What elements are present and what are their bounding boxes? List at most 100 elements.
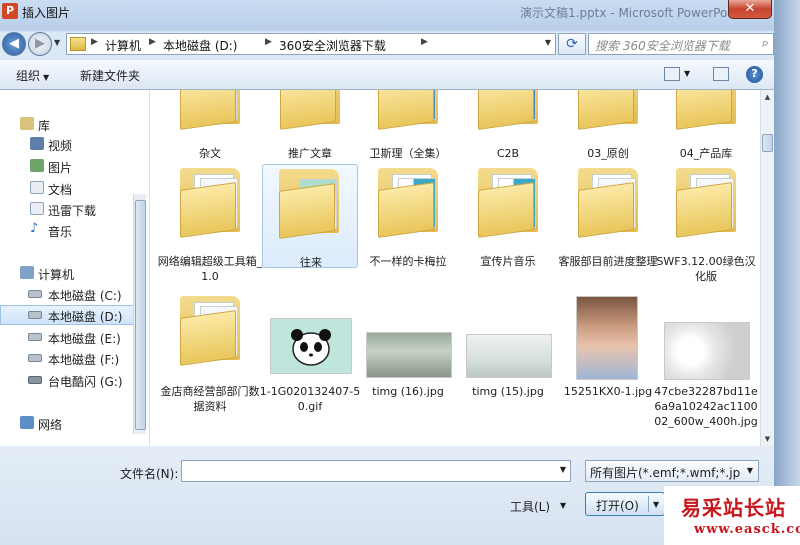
chevron-down-icon[interactable]: ▼ bbox=[560, 465, 566, 474]
folder-item[interactable]: 金店商经营部部门数据资料 bbox=[161, 292, 260, 413]
image-file-item[interactable]: 15251KX0-1.jpg bbox=[560, 292, 656, 398]
filename-field[interactable]: ▼ bbox=[181, 460, 571, 482]
scroll-down-arrow[interactable]: ▼ bbox=[761, 432, 774, 446]
breadcrumb-drive-d[interactable]: 本地磁盘 (D:) bbox=[163, 37, 237, 54]
powerpoint-app-icon: P bbox=[2, 3, 18, 19]
close-button[interactable]: ✕ bbox=[728, 0, 772, 19]
background-window-edge bbox=[774, 0, 800, 545]
nav-item-drive-d[interactable]: 本地磁盘 (D:) bbox=[0, 305, 146, 325]
recent-pages-dropdown[interactable]: ▼ bbox=[54, 38, 60, 47]
organize-label: 组织 bbox=[16, 69, 41, 83]
search-box[interactable]: 搜索 360安全浏览器下载 ⌕ bbox=[588, 33, 774, 55]
file-type-value: 所有图片(*.emf;*.wmf;*.jpg;*.jp bbox=[590, 466, 740, 480]
breadcrumb-computer[interactable]: 计算机 bbox=[105, 37, 141, 54]
drive-icon bbox=[28, 290, 42, 298]
search-icon[interactable]: ⌕ bbox=[762, 36, 769, 51]
music-icon: ♪ bbox=[30, 221, 39, 236]
chevron-right-icon[interactable]: ▶ bbox=[265, 37, 272, 47]
address-bar[interactable]: ▶ 计算机 ▶ 本地磁盘 (D:) ▶ 360安全浏览器下载 ▶ ▼ bbox=[66, 33, 556, 55]
dialog-title: 插入图片 bbox=[22, 6, 71, 20]
nav-item-music[interactable]: ♪ 音乐 bbox=[0, 220, 146, 240]
view-options-icon[interactable] bbox=[664, 67, 680, 81]
chevron-right-icon[interactable]: ▶ bbox=[91, 37, 98, 47]
nav-label: 视频 bbox=[48, 139, 73, 153]
folder-item[interactable]: C2B bbox=[460, 90, 556, 164]
help-icon[interactable]: ? bbox=[746, 66, 763, 83]
file-list-scrollbar[interactable]: ▲ ▼ bbox=[760, 90, 774, 446]
scroll-up-arrow[interactable]: ▲ bbox=[761, 90, 774, 104]
scrollbar-thumb[interactable] bbox=[762, 134, 773, 152]
nav-label: 台电酷闪 (G:) bbox=[48, 375, 123, 389]
chevron-right-icon[interactable]: ▶ bbox=[149, 37, 156, 47]
command-bar: 组织 ▼ 新建文件夹 ▼ ? bbox=[0, 60, 774, 90]
chevron-down-icon[interactable]: ▼ bbox=[684, 69, 690, 78]
nav-item-pictures[interactable]: 图片 bbox=[0, 156, 146, 176]
nav-label: 本地磁盘 (C:) bbox=[48, 289, 122, 303]
file-name: 网络编辑超级工具箱_1.0 bbox=[157, 255, 263, 283]
folder-item[interactable]: 03_原创 bbox=[560, 90, 656, 164]
folder-item[interactable]: 网络编辑超级工具箱_1.0 bbox=[158, 166, 262, 283]
nav-scrollbar[interactable] bbox=[133, 194, 146, 434]
nav-item-network[interactable]: 网络 bbox=[0, 413, 146, 433]
drive-icon bbox=[28, 333, 42, 341]
nav-item-drive-c[interactable]: 本地磁盘 (C:) bbox=[0, 284, 146, 304]
new-folder-button[interactable]: 新建文件夹 bbox=[80, 67, 140, 84]
bottom-panel: 文件名(N): ▼ 所有图片(*.emf;*.wmf;*.jpg;*.jp ▼ … bbox=[0, 446, 774, 545]
file-name: 47cbe32287bd11e6a9a10242ac110002_600w_40… bbox=[654, 385, 758, 428]
chevron-down-icon: ▼ bbox=[746, 466, 753, 475]
video-icon bbox=[30, 137, 44, 150]
folder-item[interactable]: 推广文章 bbox=[262, 90, 358, 164]
image-file-item[interactable]: timg (15).jpg bbox=[460, 292, 556, 398]
file-name: 04_产品库 bbox=[679, 147, 733, 160]
file-name: 卫斯理（全集） bbox=[369, 147, 447, 160]
chevron-down-icon[interactable]: ▼ bbox=[545, 38, 551, 47]
refresh-button[interactable]: ⟳ bbox=[558, 33, 586, 55]
folder-item-selected[interactable]: 往来 bbox=[262, 164, 358, 269]
nav-item-drive-g[interactable]: 台电酷闪 (G:) bbox=[0, 370, 146, 390]
nav-item-videos[interactable]: 视频 bbox=[0, 134, 146, 154]
tools-button[interactable]: 工具(L) bbox=[510, 498, 550, 515]
open-button[interactable]: 打开(O) ▼ bbox=[585, 492, 665, 516]
nav-item-documents[interactable]: 文档 bbox=[0, 178, 146, 198]
nav-item-xunlei[interactable]: 迅雷下载 bbox=[0, 199, 146, 219]
folder-item[interactable]: 04_产品库 bbox=[658, 90, 754, 164]
nav-scrollbar-thumb[interactable] bbox=[135, 200, 146, 430]
insert-picture-dialog: P 插入图片 演示文稿1.pptx - Microsoft PowerPoint… bbox=[0, 0, 800, 545]
file-name: 不一样的卡梅拉 bbox=[369, 255, 447, 268]
image-file-item[interactable]: 47cbe32287bd11e6a9a10242ac110002_600w_40… bbox=[654, 292, 758, 428]
portrait-thumbnail bbox=[576, 296, 638, 380]
breadcrumb-download-folder[interactable]: 360安全浏览器下载 bbox=[279, 37, 386, 54]
nav-item-computer[interactable]: 计算机 bbox=[0, 263, 146, 283]
pictures-icon bbox=[30, 159, 44, 172]
file-type-select[interactable]: 所有图片(*.emf;*.wmf;*.jpg;*.jp ▼ bbox=[585, 460, 759, 482]
folder-item[interactable]: 不一样的卡梅拉 bbox=[360, 166, 456, 270]
search-input[interactable]: 搜索 360安全浏览器下载 bbox=[595, 37, 730, 54]
organize-button[interactable]: 组织 ▼ bbox=[16, 67, 49, 84]
background-window-title: 演示文稿1.pptx - Microsoft PowerPoint bbox=[520, 6, 743, 20]
back-button[interactable]: ◀ bbox=[2, 32, 26, 56]
nav-item-drive-f[interactable]: 本地磁盘 (F:) bbox=[0, 348, 146, 368]
image-file-item[interactable]: 1-1G020132407-50.gif bbox=[260, 292, 360, 413]
file-name: 金店商经营部部门数据资料 bbox=[160, 385, 260, 413]
image-file-item[interactable]: timg (16).jpg bbox=[360, 292, 456, 398]
folder-item[interactable]: 宣传片音乐 bbox=[460, 166, 556, 270]
nav-label: 本地磁盘 (E:) bbox=[48, 332, 121, 346]
chevron-right-icon[interactable]: ▶ bbox=[421, 37, 428, 47]
file-name: SWF3.12.00绿色汉化版 bbox=[656, 255, 756, 283]
ink-painting-thumbnail bbox=[466, 334, 552, 378]
chevron-down-icon[interactable]: ▼ bbox=[560, 501, 566, 510]
folder-item[interactable]: SWF3.12.00绿色汉化版 bbox=[656, 166, 756, 283]
nav-item-drive-e[interactable]: 本地磁盘 (E:) bbox=[0, 327, 146, 347]
nav-label: 本地磁盘 (D:) bbox=[48, 310, 123, 324]
file-name: 15251KX0-1.jpg bbox=[563, 385, 653, 398]
preview-pane-icon[interactable] bbox=[713, 67, 729, 81]
nav-label: 库 bbox=[38, 119, 51, 133]
computer-icon bbox=[20, 266, 34, 279]
chevron-down-icon: ▼ bbox=[43, 73, 50, 82]
folder-item[interactable]: 卫斯理（全集） bbox=[360, 90, 456, 164]
chevron-down-icon[interactable]: ▼ bbox=[653, 500, 659, 509]
nav-item-library[interactable]: 库 bbox=[0, 114, 146, 134]
forward-button[interactable]: ▶ bbox=[28, 32, 52, 56]
folder-item[interactable]: 杂文 bbox=[162, 90, 258, 164]
folder-item[interactable]: 客服部目前进度整理 bbox=[559, 166, 658, 270]
